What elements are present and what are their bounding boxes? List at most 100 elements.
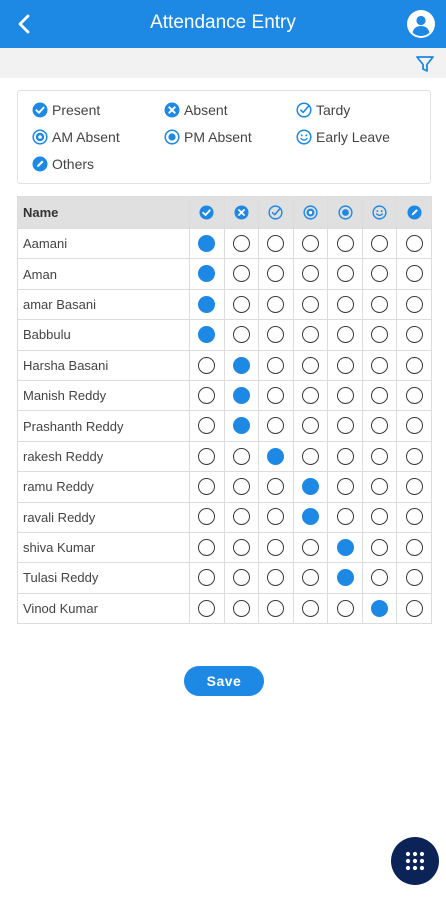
cell-am-absent[interactable] xyxy=(292,319,329,351)
status-radio-am-absent[interactable] xyxy=(301,478,319,496)
cell-present[interactable] xyxy=(189,379,225,412)
status-radio-pm-absent[interactable] xyxy=(336,356,354,374)
cell-early-leave[interactable] xyxy=(361,592,398,625)
status-radio-tardy[interactable] xyxy=(267,326,285,344)
status-radio-others[interactable] xyxy=(405,417,423,435)
cell-pm-absent[interactable] xyxy=(327,410,363,442)
cell-absent[interactable] xyxy=(223,471,260,503)
status-radio-early-leave[interactable] xyxy=(371,356,389,374)
cell-present[interactable] xyxy=(189,440,225,473)
status-radio-pm-absent[interactable] xyxy=(336,508,354,526)
status-radio-others[interactable] xyxy=(405,569,423,587)
status-radio-others[interactable] xyxy=(405,265,423,283)
cell-present[interactable] xyxy=(189,349,225,381)
cell-present[interactable] xyxy=(189,288,225,321)
status-radio-present[interactable] xyxy=(198,569,216,587)
cell-tardy[interactable] xyxy=(258,379,294,412)
cell-pm-absent[interactable] xyxy=(327,319,363,351)
cell-am-absent[interactable] xyxy=(292,288,329,321)
status-radio-present[interactable] xyxy=(198,356,216,374)
cell-present[interactable] xyxy=(189,592,225,625)
cell-early-leave[interactable] xyxy=(361,349,398,381)
cell-absent[interactable] xyxy=(223,227,260,260)
status-radio-tardy[interactable] xyxy=(267,234,285,252)
status-radio-am-absent[interactable] xyxy=(301,417,319,435)
cell-pm-absent[interactable] xyxy=(327,258,363,290)
status-radio-am-absent[interactable] xyxy=(301,508,319,526)
status-radio-absent[interactable] xyxy=(232,326,250,344)
cell-pm-absent[interactable] xyxy=(327,440,363,473)
status-radio-absent[interactable] xyxy=(232,234,250,252)
status-radio-tardy[interactable] xyxy=(267,538,285,556)
cell-others[interactable] xyxy=(396,440,432,473)
cell-absent[interactable] xyxy=(223,349,260,381)
status-radio-early-leave[interactable] xyxy=(371,569,389,587)
status-radio-tardy[interactable] xyxy=(267,417,285,435)
status-radio-others[interactable] xyxy=(405,234,423,252)
cell-others[interactable] xyxy=(396,227,432,260)
cell-others[interactable] xyxy=(396,592,432,625)
status-radio-early-leave[interactable] xyxy=(371,326,389,344)
cell-early-leave[interactable] xyxy=(361,410,398,442)
status-radio-pm-absent[interactable] xyxy=(336,447,354,465)
status-radio-present[interactable] xyxy=(198,508,216,526)
cell-others[interactable] xyxy=(396,319,432,351)
cell-am-absent[interactable] xyxy=(292,227,329,260)
status-radio-others[interactable] xyxy=(405,326,423,344)
cell-others[interactable] xyxy=(396,379,432,412)
cell-early-leave[interactable] xyxy=(361,562,398,594)
cell-early-leave[interactable] xyxy=(361,531,398,564)
cell-early-leave[interactable] xyxy=(361,258,398,290)
cell-present[interactable] xyxy=(189,410,225,442)
save-button[interactable]: Save xyxy=(184,666,264,696)
cell-others[interactable] xyxy=(396,258,432,290)
cell-early-leave[interactable] xyxy=(361,471,398,503)
status-radio-present[interactable] xyxy=(198,447,216,465)
cell-absent[interactable] xyxy=(223,501,260,533)
cell-present[interactable] xyxy=(189,562,225,594)
status-radio-present[interactable] xyxy=(198,478,216,496)
status-radio-pm-absent[interactable] xyxy=(336,417,354,435)
cell-present[interactable] xyxy=(189,531,225,564)
status-radio-am-absent[interactable] xyxy=(301,447,319,465)
cell-absent[interactable] xyxy=(223,592,260,625)
status-radio-tardy[interactable] xyxy=(267,295,285,313)
cell-tardy[interactable] xyxy=(258,440,294,473)
status-radio-others[interactable] xyxy=(405,447,423,465)
cell-am-absent[interactable] xyxy=(292,592,329,625)
status-radio-tardy[interactable] xyxy=(267,478,285,496)
status-radio-absent[interactable] xyxy=(232,478,250,496)
cell-present[interactable] xyxy=(189,319,225,351)
status-radio-present[interactable] xyxy=(198,599,216,617)
status-radio-absent[interactable] xyxy=(232,508,250,526)
cell-tardy[interactable] xyxy=(258,227,294,260)
status-radio-present[interactable] xyxy=(198,265,216,283)
status-radio-early-leave[interactable] xyxy=(371,447,389,465)
status-radio-early-leave[interactable] xyxy=(371,538,389,556)
status-radio-early-leave[interactable] xyxy=(371,417,389,435)
cell-am-absent[interactable] xyxy=(292,349,329,381)
status-radio-pm-absent[interactable] xyxy=(336,234,354,252)
status-radio-present[interactable] xyxy=(198,538,216,556)
status-radio-early-leave[interactable] xyxy=(371,478,389,496)
status-radio-early-leave[interactable] xyxy=(371,599,389,617)
status-radio-am-absent[interactable] xyxy=(301,356,319,374)
status-radio-pm-absent[interactable] xyxy=(336,265,354,283)
status-radio-present[interactable] xyxy=(198,386,216,404)
cell-am-absent[interactable] xyxy=(292,471,329,503)
status-radio-early-leave[interactable] xyxy=(371,295,389,313)
status-radio-tardy[interactable] xyxy=(267,386,285,404)
cell-am-absent[interactable] xyxy=(292,562,329,594)
status-radio-am-absent[interactable] xyxy=(301,386,319,404)
cell-am-absent[interactable] xyxy=(292,410,329,442)
cell-tardy[interactable] xyxy=(258,501,294,533)
status-radio-pm-absent[interactable] xyxy=(336,599,354,617)
cell-tardy[interactable] xyxy=(258,410,294,442)
status-radio-others[interactable] xyxy=(405,599,423,617)
cell-pm-absent[interactable] xyxy=(327,471,363,503)
cell-tardy[interactable] xyxy=(258,531,294,564)
cell-tardy[interactable] xyxy=(258,562,294,594)
cell-present[interactable] xyxy=(189,227,225,260)
cell-pm-absent[interactable] xyxy=(327,349,363,381)
cell-am-absent[interactable] xyxy=(292,379,329,412)
